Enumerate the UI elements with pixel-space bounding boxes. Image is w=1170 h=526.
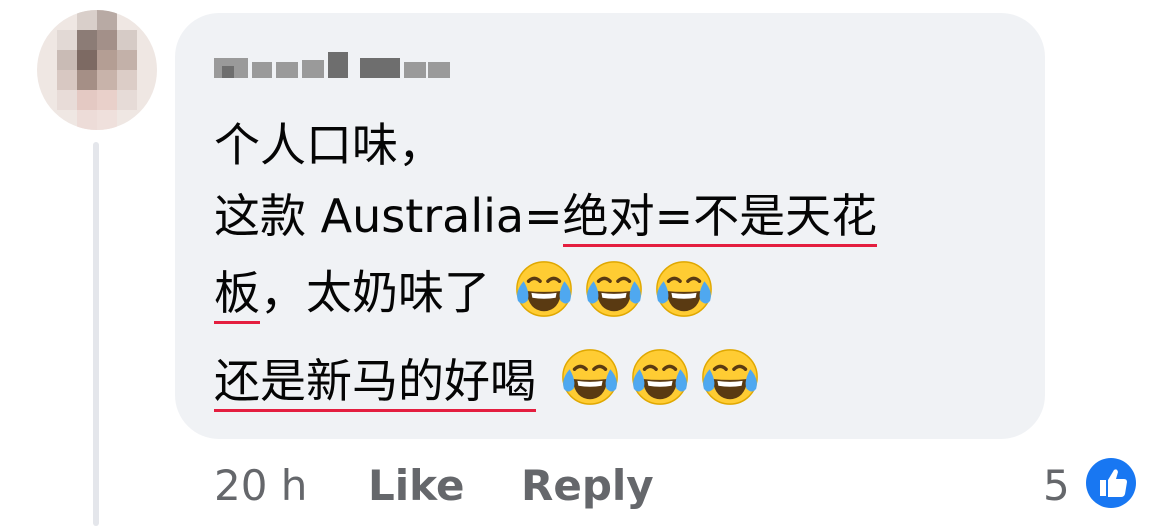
thread-line	[93, 142, 99, 526]
tears-of-joy-emoji-icon	[513, 258, 575, 334]
like-button[interactable]: Like	[368, 458, 464, 514]
comment-line-2: 这款 Australia=绝对=不是天花	[214, 186, 878, 247]
tears-of-joy-emoji-icon	[699, 346, 761, 422]
comment-line-3: 板，太奶味了	[214, 258, 715, 334]
comment-line-4: 还是新马的好喝	[214, 346, 761, 422]
tears-of-joy-emoji-icon	[653, 258, 715, 334]
comment-line-1: 个人口味，	[214, 115, 444, 175]
tears-of-joy-emoji-icon	[559, 346, 621, 422]
spellcheck-underlined-text: 板	[214, 265, 260, 324]
comment-text: 个人口味，	[214, 118, 444, 172]
spellcheck-underlined-text: =不是天花	[654, 189, 878, 247]
comment-timestamp[interactable]: 20 h	[214, 458, 307, 514]
reaction-count[interactable]: 5	[1043, 458, 1070, 514]
thumbs-up-icon[interactable]	[1086, 458, 1136, 508]
spellcheck-underlined-text: 还是新马的好喝	[214, 353, 536, 412]
reply-button[interactable]: Reply	[521, 458, 654, 514]
comment-text: 这款 Australia=	[214, 189, 563, 243]
spellcheck-underlined-text: 绝对	[562, 189, 655, 247]
tears-of-joy-emoji-icon	[583, 258, 645, 334]
avatar[interactable]	[37, 10, 157, 130]
author-name-text: Carol Cao	[214, 44, 215, 45]
tears-of-joy-emoji-icon	[629, 346, 691, 422]
author-name[interactable]: Carol Cao	[214, 44, 454, 84]
comment-text: ，太奶味了	[260, 265, 505, 320]
